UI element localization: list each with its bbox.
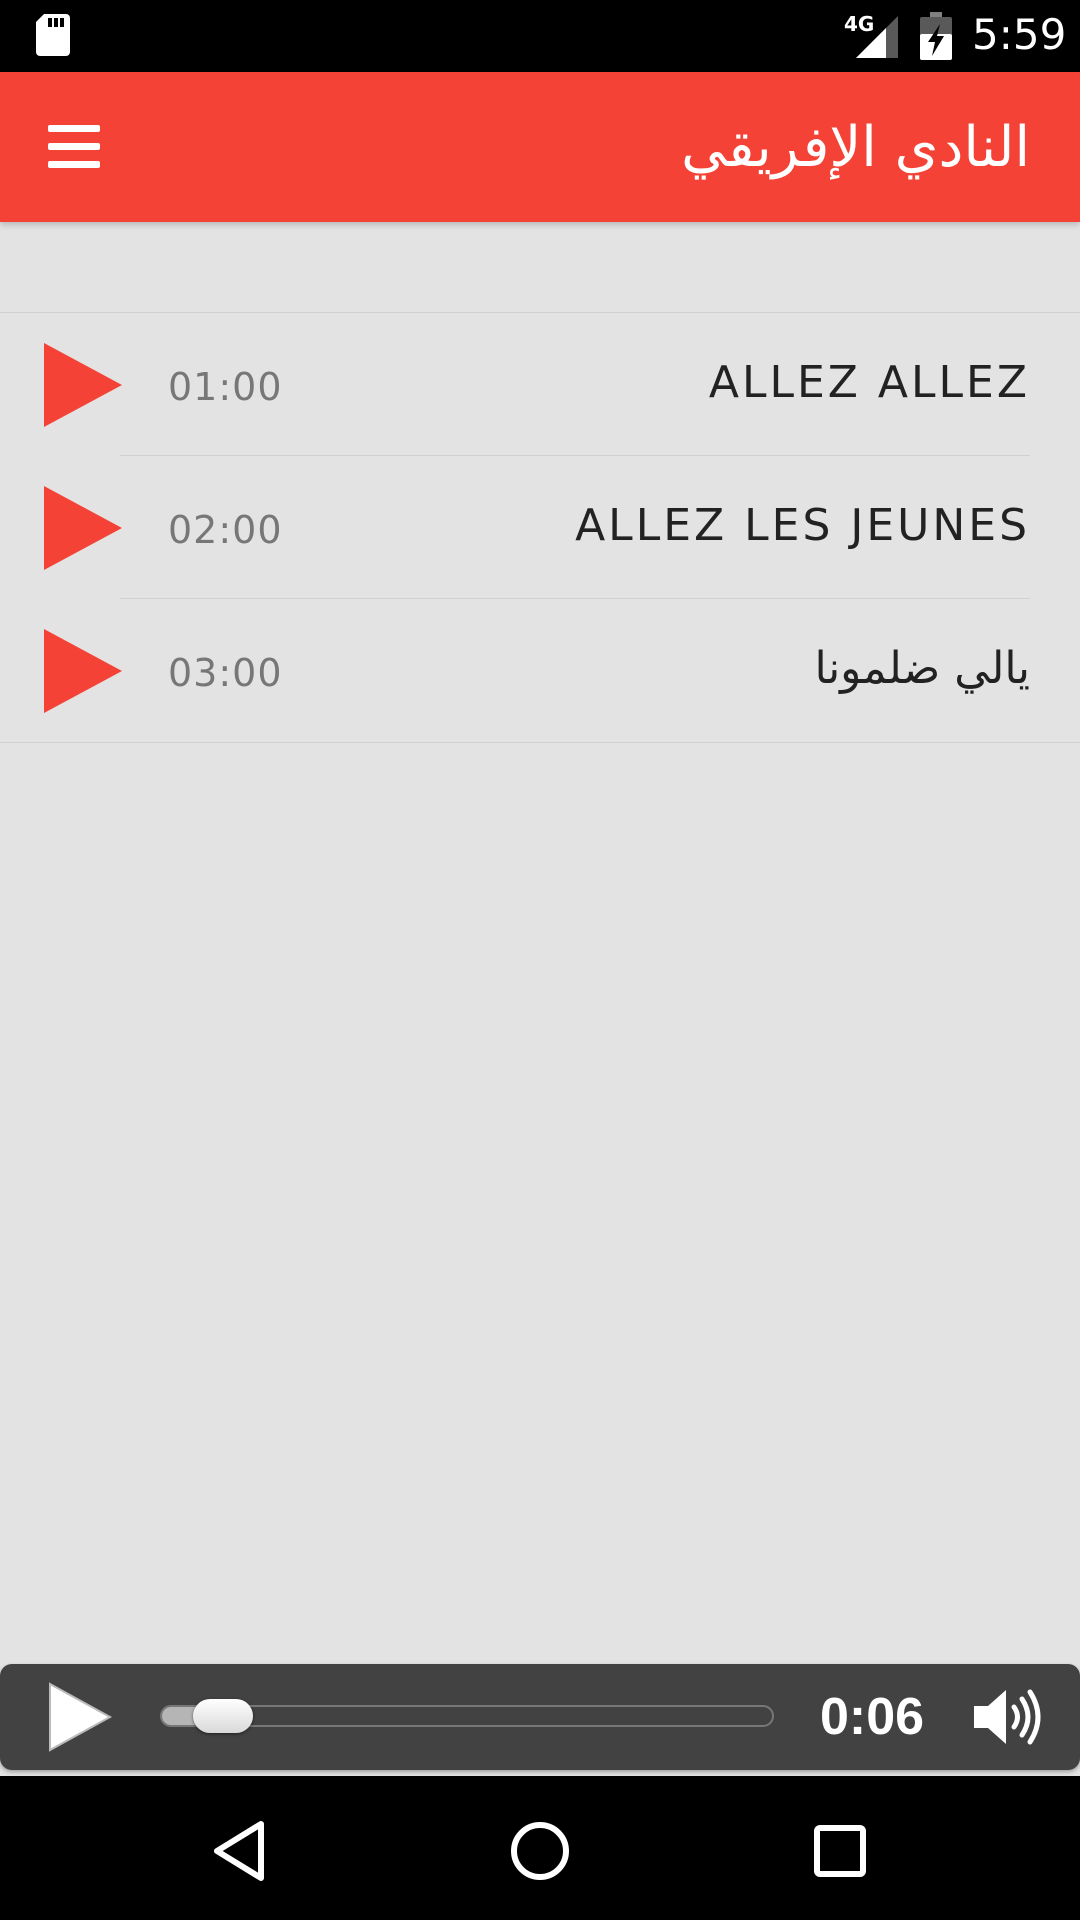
track-title: ALLEZ ALLEZ bbox=[708, 357, 1030, 408]
play-icon[interactable] bbox=[44, 343, 122, 427]
menu-button[interactable] bbox=[30, 107, 118, 187]
track-duration: 01:00 bbox=[168, 365, 283, 409]
play-icon[interactable] bbox=[44, 629, 122, 713]
seek-slider[interactable] bbox=[160, 1699, 774, 1733]
track-title: ALLEZ LES JEUNES bbox=[575, 500, 1030, 551]
track-duration: 02:00 bbox=[168, 508, 283, 552]
status-clock: 5:59 bbox=[972, 10, 1067, 59]
track-row[interactable]: 02:00 ALLEZ LES JEUNES bbox=[0, 456, 1080, 599]
app-bar: النادي الإفريقي bbox=[0, 72, 1080, 222]
play-icon[interactable] bbox=[44, 486, 122, 570]
elapsed-time: 0:06 bbox=[820, 1688, 925, 1746]
player-play-button[interactable] bbox=[44, 1682, 116, 1752]
recents-icon[interactable] bbox=[805, 1816, 875, 1886]
home-icon[interactable] bbox=[505, 1816, 575, 1886]
audio-player-bar: 0:06 bbox=[0, 1664, 1080, 1770]
track-duration: 03:00 bbox=[168, 651, 283, 695]
volume-icon[interactable] bbox=[972, 1686, 1044, 1748]
app-title: النادي الإفريقي bbox=[681, 115, 1030, 180]
track-row[interactable]: 01:00 ALLEZ ALLEZ bbox=[0, 313, 1080, 456]
status-bar: 4G 5:59 bbox=[0, 0, 1080, 72]
track-row[interactable]: 03:00 يالي ضلمونا bbox=[0, 599, 1080, 743]
system-nav-bar bbox=[0, 1776, 1080, 1920]
hamburger-menu-icon bbox=[48, 125, 100, 168]
sd-card-icon bbox=[36, 14, 70, 56]
track-title: يالي ضلمونا bbox=[814, 643, 1030, 694]
track-list: 01:00 ALLEZ ALLEZ 02:00 ALLEZ LES JEUNES… bbox=[0, 312, 1080, 743]
back-icon[interactable] bbox=[205, 1816, 275, 1886]
seek-thumb[interactable] bbox=[193, 1699, 253, 1733]
battery-charging-icon bbox=[920, 12, 952, 60]
cell-signal-icon bbox=[856, 16, 898, 58]
